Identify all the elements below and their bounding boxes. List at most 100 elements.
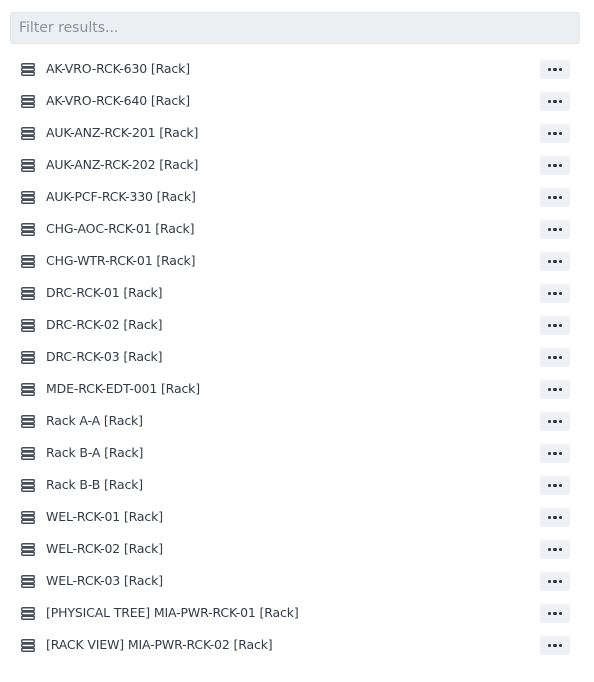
more-horizontal-icon — [553, 195, 557, 200]
list-item[interactable]: Rack B-A [Rack] — [0, 437, 594, 469]
list-item-label: WEL-RCK-02 [Rack] — [46, 541, 163, 556]
more-horizontal-icon — [558, 259, 563, 264]
list-item[interactable]: Rack A-A [Rack] — [0, 405, 594, 437]
more-horizontal-icon — [558, 131, 563, 136]
rack-list: AK-VRO-RCK-630 [Rack] AK-VRO-RCK-640 [Ra… — [0, 53, 594, 661]
more-actions-button[interactable] — [540, 636, 570, 655]
more-actions-button[interactable] — [540, 156, 570, 175]
list-item-label: Rack A-A [Rack] — [46, 413, 143, 428]
list-item-label: [RACK VIEW] MIA-PWR-RCK-02 [Rack] — [46, 637, 273, 652]
more-actions-button[interactable] — [540, 124, 570, 143]
list-item[interactable]: MDE-RCK-EDT-001 [Rack] — [0, 373, 594, 405]
list-item-label: DRC-RCK-03 [Rack] — [46, 349, 163, 364]
list-item[interactable]: WEL-RCK-02 [Rack] — [0, 533, 594, 565]
list-item-label: AUK-ANZ-RCK-201 [Rack] — [46, 125, 199, 140]
more-horizontal-icon — [558, 163, 563, 168]
list-item-label: AK-VRO-RCK-640 [Rack] — [46, 93, 190, 108]
rack-icon — [21, 191, 35, 204]
list-item[interactable]: [PHYSICAL TREE] MIA-PWR-RCK-01 [Rack] — [0, 597, 594, 629]
more-actions-button[interactable] — [540, 444, 570, 463]
more-actions-button[interactable] — [540, 220, 570, 239]
list-item-label: CHG-AOC-RCK-01 [Rack] — [46, 221, 195, 236]
more-actions-button[interactable] — [540, 572, 570, 591]
more-horizontal-icon — [547, 451, 552, 456]
more-horizontal-icon — [558, 451, 563, 456]
more-horizontal-icon — [558, 419, 563, 424]
more-horizontal-icon — [553, 547, 557, 552]
more-horizontal-icon — [553, 611, 557, 616]
list-item[interactable]: DRC-RCK-01 [Rack] — [0, 277, 594, 309]
more-actions-button[interactable] — [540, 60, 570, 79]
more-horizontal-icon — [558, 195, 563, 200]
more-horizontal-icon — [553, 99, 557, 104]
more-horizontal-icon — [547, 227, 552, 232]
list-item[interactable]: DRC-RCK-03 [Rack] — [0, 341, 594, 373]
more-horizontal-icon — [553, 515, 557, 520]
more-horizontal-icon — [547, 643, 552, 648]
more-horizontal-icon — [553, 131, 557, 136]
more-horizontal-icon — [547, 67, 552, 72]
rack-icon — [21, 575, 35, 588]
more-actions-button[interactable] — [540, 380, 570, 399]
list-item[interactable]: AUK-PCF-RCK-330 [Rack] — [0, 181, 594, 213]
rack-icon — [21, 287, 35, 300]
more-horizontal-icon — [558, 643, 563, 648]
rack-icon — [21, 127, 35, 140]
more-horizontal-icon — [558, 387, 563, 392]
more-actions-button[interactable] — [540, 348, 570, 367]
list-item-label: [PHYSICAL TREE] MIA-PWR-RCK-01 [Rack] — [46, 605, 299, 620]
more-actions-button[interactable] — [540, 284, 570, 303]
list-item[interactable]: [RACK VIEW] MIA-PWR-RCK-02 [Rack] — [0, 629, 594, 661]
more-horizontal-icon — [553, 291, 557, 296]
more-actions-button[interactable] — [540, 316, 570, 335]
more-actions-button[interactable] — [540, 252, 570, 271]
list-item[interactable]: Rack B-B [Rack] — [0, 469, 594, 501]
list-item[interactable]: AK-VRO-RCK-630 [Rack] — [0, 53, 594, 85]
list-item-label: AK-VRO-RCK-630 [Rack] — [46, 61, 190, 76]
list-item[interactable]: AK-VRO-RCK-640 [Rack] — [0, 85, 594, 117]
list-item[interactable]: CHG-AOC-RCK-01 [Rack] — [0, 213, 594, 245]
rack-icon — [21, 447, 35, 460]
list-item-label: WEL-RCK-03 [Rack] — [46, 573, 163, 588]
more-horizontal-icon — [558, 547, 563, 552]
list-item[interactable]: CHG-WTR-RCK-01 [Rack] — [0, 245, 594, 277]
list-item-label: DRC-RCK-01 [Rack] — [46, 285, 163, 300]
more-actions-button[interactable] — [540, 476, 570, 495]
more-horizontal-icon — [547, 99, 552, 104]
more-horizontal-icon — [547, 515, 552, 520]
more-actions-button[interactable] — [540, 188, 570, 207]
more-horizontal-icon — [547, 355, 552, 360]
more-horizontal-icon — [553, 483, 557, 488]
filter-input[interactable] — [10, 12, 580, 44]
list-item-label: CHG-WTR-RCK-01 [Rack] — [46, 253, 196, 268]
more-actions-button[interactable] — [540, 540, 570, 559]
rack-icon — [21, 543, 35, 556]
list-item[interactable]: AUK-ANZ-RCK-202 [Rack] — [0, 149, 594, 181]
list-item[interactable]: AUK-ANZ-RCK-201 [Rack] — [0, 117, 594, 149]
more-horizontal-icon — [553, 579, 557, 584]
more-actions-button[interactable] — [540, 412, 570, 431]
list-item[interactable]: WEL-RCK-03 [Rack] — [0, 565, 594, 597]
rack-icon — [21, 639, 35, 652]
more-horizontal-icon — [558, 227, 563, 232]
more-horizontal-icon — [553, 387, 557, 392]
rack-icon — [21, 319, 35, 332]
list-item[interactable]: DRC-RCK-02 [Rack] — [0, 309, 594, 341]
list-item-label: Rack B-B [Rack] — [46, 477, 144, 492]
list-item-label: WEL-RCK-01 [Rack] — [46, 509, 163, 524]
more-horizontal-icon — [558, 323, 563, 328]
list-item-label: AUK-ANZ-RCK-202 [Rack] — [46, 157, 199, 172]
more-horizontal-icon — [547, 387, 552, 392]
more-actions-button[interactable] — [540, 604, 570, 623]
more-horizontal-icon — [553, 643, 557, 648]
more-horizontal-icon — [553, 163, 557, 168]
more-actions-button[interactable] — [540, 508, 570, 527]
more-horizontal-icon — [558, 611, 563, 616]
list-item[interactable]: WEL-RCK-01 [Rack] — [0, 501, 594, 533]
rack-icon — [21, 159, 35, 172]
more-horizontal-icon — [547, 419, 552, 424]
more-actions-button[interactable] — [540, 92, 570, 111]
rack-icon — [21, 63, 35, 76]
more-horizontal-icon — [553, 227, 557, 232]
more-horizontal-icon — [547, 483, 552, 488]
